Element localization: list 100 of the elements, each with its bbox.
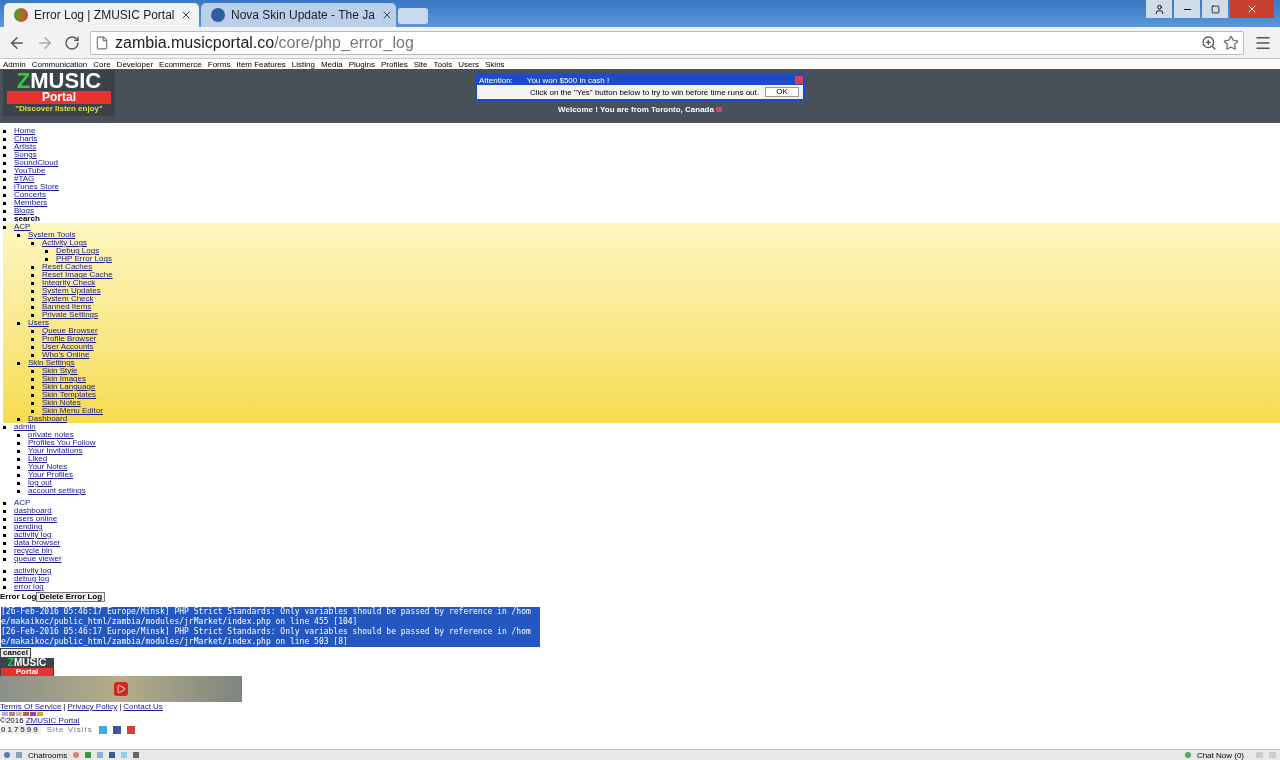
log-link[interactable]: error log xyxy=(14,583,44,591)
nav-link[interactable]: admin xyxy=(14,423,36,431)
nav-link[interactable]: account settings xyxy=(28,487,86,495)
cancel-button[interactable]: cancel xyxy=(0,648,31,658)
nav-link[interactable]: Your Notes xyxy=(28,463,68,471)
zoom-icon[interactable] xyxy=(1201,34,1217,51)
nav-link[interactable]: ACP xyxy=(14,223,31,231)
top-menu-item[interactable]: Plugins xyxy=(348,59,375,69)
nav-link[interactable]: Who's Online xyxy=(42,351,90,359)
top-menu-item[interactable]: Item Features xyxy=(236,59,286,69)
nav-link[interactable]: PHP Error Logs xyxy=(56,255,112,263)
top-menu-item[interactable]: Forms xyxy=(207,59,231,69)
nav-link[interactable]: Artists xyxy=(14,143,37,151)
nav-link[interactable]: Skin Images xyxy=(42,375,87,383)
delete-error-log-button[interactable]: Delete Error Log xyxy=(36,592,106,602)
admin-shortcut-link[interactable]: activity log xyxy=(14,531,52,539)
nav-link[interactable]: Reset Image Cache xyxy=(42,271,113,279)
top-menu-item[interactable]: Listing xyxy=(291,59,315,69)
maximize-button[interactable] xyxy=(1202,0,1228,18)
bullet-icon xyxy=(3,209,6,213)
nav-link[interactable]: Members xyxy=(14,199,48,207)
nav-link[interactable]: Skin Settings xyxy=(28,359,75,367)
nav-link[interactable]: Profiles You Follow xyxy=(28,439,96,447)
top-menu-item[interactable]: Site xyxy=(413,59,428,69)
top-menu-item[interactable]: Tools xyxy=(433,59,453,69)
bullet-icon xyxy=(3,169,6,173)
nav-link[interactable]: SoundCloud xyxy=(14,159,59,167)
nav-link[interactable]: Skin Notes xyxy=(42,399,81,407)
footer-link[interactable]: Terms Of Service xyxy=(0,703,62,711)
nav-link[interactable]: log out xyxy=(28,479,53,487)
nav-link[interactable]: Blogs xyxy=(14,207,34,215)
bullet-icon xyxy=(45,249,48,253)
nav-link[interactable]: System Updates xyxy=(42,287,101,295)
nav-link[interactable]: private notes xyxy=(28,431,74,439)
nav-link[interactable]: Debug Logs xyxy=(56,247,100,255)
nav-link[interactable]: Dashboard xyxy=(28,415,68,423)
nav-link[interactable]: Skin Templates xyxy=(42,391,97,399)
chatrooms-link[interactable]: Chatrooms xyxy=(28,750,68,760)
reload-icon[interactable] xyxy=(64,34,80,51)
top-menu-item[interactable]: Users xyxy=(458,59,480,69)
user-button[interactable] xyxy=(1146,0,1172,18)
nav-link[interactable]: User Accounts xyxy=(42,343,94,351)
top-menu-item[interactable]: Media xyxy=(320,59,343,69)
nav-link[interactable]: System Tools xyxy=(28,231,76,239)
star-icon[interactable] xyxy=(1223,34,1239,51)
nav-link[interactable]: Concerts xyxy=(14,191,46,199)
nav-link[interactable]: Skin Style xyxy=(42,367,78,375)
nav-link[interactable]: iTunes Store xyxy=(14,183,60,191)
zmusic-logo[interactable]: ZMUSIC Portal "Discover listen enjoy" xyxy=(3,70,115,116)
popup-ad[interactable]: Attention: You won $500 in cash ! Click on the "Yes" button below to try to win before time runs out. OK xyxy=(475,74,805,101)
top-menu-item[interactable]: Profiles xyxy=(380,59,408,69)
top-menu-item[interactable]: Admin xyxy=(3,59,26,69)
top-menu-item[interactable]: Ecommerce xyxy=(159,59,202,69)
zmusic-logo[interactable]: ZMUSIC Portal xyxy=(0,658,54,676)
admin-shortcut-link[interactable]: pending xyxy=(14,523,43,531)
top-menu-item[interactable]: Skins xyxy=(485,59,505,69)
nav-link[interactable]: Skin Language xyxy=(42,383,96,391)
browser-tab[interactable]: Nova Skin Update - The Ja xyxy=(201,3,396,27)
nav-link[interactable]: Charts xyxy=(14,135,38,143)
video-thumbnail[interactable] xyxy=(0,676,242,702)
play-icon[interactable] xyxy=(114,682,128,696)
nav-link[interactable]: Profile Browser xyxy=(42,335,97,343)
nav-link[interactable]: Home xyxy=(14,127,36,135)
nav-link[interactable]: Your Profiles xyxy=(28,471,74,479)
bullet-icon xyxy=(17,481,20,485)
nav-link[interactable]: Your Invitations xyxy=(28,447,83,455)
top-menu-item[interactable]: Developer xyxy=(116,59,154,69)
nav-link[interactable]: Skin Menu Editor xyxy=(42,407,103,415)
nav-link[interactable]: YouTube xyxy=(14,167,46,175)
bullet-icon xyxy=(17,361,20,365)
admin-shortcut-link[interactable]: dashboard xyxy=(14,507,52,515)
top-menu-item[interactable]: Communication xyxy=(31,59,88,69)
browser-tab[interactable]: Error Log | ZMUSIC Portal xyxy=(4,3,199,27)
address-bar[interactable]: zambia.musicportal.co/core/php_error_log xyxy=(90,30,1244,55)
nav-link[interactable]: Users xyxy=(28,319,49,327)
footer-link[interactable]: Contact Us xyxy=(123,703,163,711)
footer-link[interactable]: Privacy Policy xyxy=(67,703,118,711)
admin-shortcut-link[interactable]: data browser xyxy=(14,539,61,547)
nav-link[interactable]: Liked xyxy=(28,455,48,463)
bullet-icon xyxy=(3,509,6,513)
site-link[interactable]: ZMUSIC Portal xyxy=(25,717,80,725)
admin-shortcut-link[interactable]: recycle bin xyxy=(14,547,53,555)
nav-link[interactable]: Queue Browser xyxy=(42,327,98,335)
nav-link[interactable]: System Check xyxy=(42,295,94,303)
admin-shortcut-link[interactable]: queue viewer xyxy=(14,555,62,563)
nav-link[interactable]: Banned Items xyxy=(42,303,92,311)
nav-link[interactable]: Activity Logs xyxy=(42,239,87,247)
nav-link[interactable]: #TAG xyxy=(14,175,35,183)
nav-link[interactable]: Songs xyxy=(14,151,37,159)
admin-shortcut-link[interactable]: users online xyxy=(14,515,58,523)
nav-link[interactable]: Reset Caches xyxy=(42,263,93,271)
nav-link[interactable]: Integrity Check xyxy=(42,279,96,287)
ok-button[interactable]: OK xyxy=(765,87,799,97)
chat-status-icon xyxy=(1184,752,1191,758)
log-link[interactable]: debug log xyxy=(14,575,50,583)
new-tab-button[interactable] xyxy=(398,8,428,24)
chat-now-link[interactable]: Chat Now (0) xyxy=(1196,750,1244,760)
log-link[interactable]: activity log xyxy=(14,567,52,575)
nav-link[interactable]: Private Settings xyxy=(42,311,99,319)
top-menu-item[interactable]: Core xyxy=(93,59,111,69)
